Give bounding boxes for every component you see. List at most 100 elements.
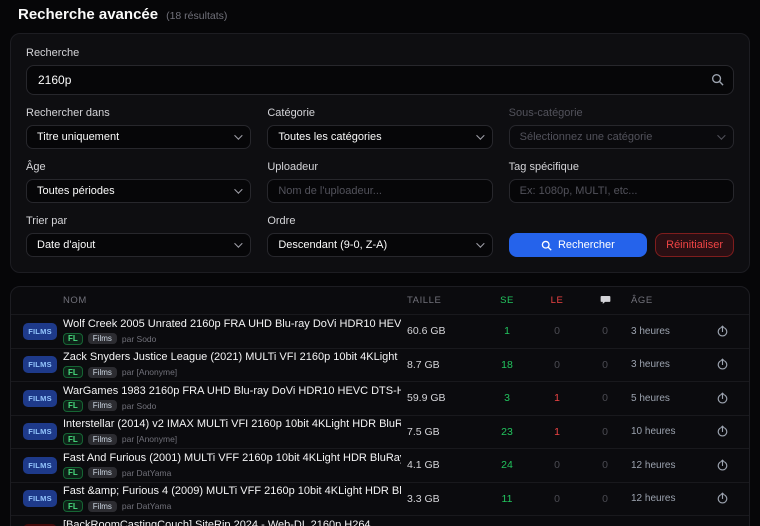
torrent-title-link[interactable]: Fast And Furious (2001) MULTi VFF 2160p …	[63, 452, 401, 465]
order-select[interactable]: Descendant (9-0, Z-A)	[267, 233, 492, 257]
torrent-title-link[interactable]: Wolf Creek 2005 Unrated 2160p FRA UHD Bl…	[63, 318, 401, 331]
chevron-down-icon	[234, 131, 242, 139]
header-seeders[interactable]: SE	[485, 295, 529, 306]
category-badge[interactable]: FILMS	[23, 457, 57, 474]
order-value: Descendant (9-0, Z-A)	[278, 239, 387, 251]
freeleech-badge: FL	[63, 500, 83, 512]
comments-cell: 0	[585, 426, 625, 438]
age-cell: 5 heures	[631, 393, 701, 404]
results-table: NOM TAILLE SE LE ÂGE FILMS Wolf Creek 20…	[10, 286, 750, 526]
download-icon	[716, 492, 729, 505]
search-in-select[interactable]: Titre uniquement	[26, 125, 251, 149]
category-tag[interactable]: Films	[88, 501, 117, 512]
table-row[interactable]: FILMS WarGames 1983 2160p FRA UHD Blu-ra…	[11, 381, 749, 415]
category-tag[interactable]: Films	[88, 434, 117, 445]
sort-group: Trier par Date d'ajout	[26, 215, 251, 257]
table-row[interactable]: FILMS Wolf Creek 2005 Unrated 2160p FRA …	[11, 314, 749, 348]
download-button[interactable]	[707, 358, 737, 371]
seeders-cell: 1	[485, 325, 529, 337]
category-badge[interactable]: FILMS	[23, 423, 57, 440]
torrent-name-cell: Interstellar (2014) v2 IMAX MULTi VFI 21…	[63, 418, 401, 445]
torrent-name-cell: Wolf Creek 2005 Unrated 2160p FRA UHD Bl…	[63, 318, 401, 345]
table-row[interactable]: FILMS Fast And Furious (2001) MULTi VFF …	[11, 448, 749, 482]
download-button[interactable]	[707, 425, 737, 438]
category-badge[interactable]: FILMS	[23, 323, 57, 340]
search-in-value: Titre uniquement	[37, 131, 119, 143]
leechers-cell: 0	[535, 459, 579, 471]
uploader-name[interactable]: par [Anonyme]	[122, 367, 177, 377]
category-tag[interactable]: Films	[88, 400, 117, 411]
header-comments[interactable]	[585, 294, 625, 308]
download-icon	[716, 358, 729, 371]
leechers-cell: 0	[535, 325, 579, 337]
category-group: Catégorie Toutes les catégories	[267, 107, 492, 149]
category-tag[interactable]: Films	[88, 367, 117, 378]
subcategory-placeholder: Sélectionnez une catégorie	[520, 131, 653, 143]
uploader-input[interactable]	[267, 179, 492, 203]
results-count: (18 résultats)	[166, 10, 227, 22]
subcategory-select: Sélectionnez une catégorie	[509, 125, 734, 149]
torrent-title-link[interactable]: Fast &amp; Furious 4 (2009) MULTi VFF 21…	[63, 485, 401, 498]
header-leechers[interactable]: LE	[535, 295, 579, 306]
chevron-down-icon	[234, 239, 242, 247]
search-in-label: Rechercher dans	[26, 107, 251, 119]
download-button[interactable]	[707, 325, 737, 338]
uploader-group: Uploadeur	[267, 161, 492, 203]
leechers-cell: 0	[535, 359, 579, 371]
header-size[interactable]: TAILLE	[407, 295, 479, 306]
chevron-down-icon	[234, 185, 242, 193]
leechers-cell: 0	[535, 493, 579, 505]
uploader-name[interactable]: par Sodo	[122, 334, 157, 344]
comments-cell: 0	[585, 359, 625, 371]
category-tag[interactable]: Films	[88, 333, 117, 344]
sort-label: Trier par	[26, 215, 251, 227]
torrent-title-link[interactable]: Interstellar (2014) v2 IMAX MULTi VFI 21…	[63, 418, 401, 431]
table-row[interactable]: FILMS Zack Snyders Justice League (2021)…	[11, 348, 749, 382]
download-icon	[716, 392, 729, 405]
category-badge[interactable]: FILMS	[23, 356, 57, 373]
search-input[interactable]	[26, 65, 734, 95]
age-cell: 10 heures	[631, 426, 701, 437]
torrent-title-link[interactable]: [BackRoomCastingCouch] SiteRip 2024 - We…	[63, 519, 401, 526]
download-button[interactable]	[707, 492, 737, 505]
size-cell: 60.6 GB	[407, 325, 479, 337]
download-button[interactable]	[707, 392, 737, 405]
category-tag[interactable]: Films	[88, 467, 117, 478]
sort-select[interactable]: Date d'ajout	[26, 233, 251, 257]
freeleech-badge: FL	[63, 366, 83, 378]
header-age[interactable]: ÂGE	[631, 295, 701, 306]
torrent-title-link[interactable]: Zack Snyders Justice League (2021) MULTi…	[63, 351, 401, 364]
torrent-title-link[interactable]: WarGames 1983 2160p FRA UHD Blu-ray DoVi…	[63, 385, 401, 398]
category-select[interactable]: Toutes les catégories	[267, 125, 492, 149]
size-cell: 59.9 GB	[407, 392, 479, 404]
search-button[interactable]: Rechercher	[509, 233, 647, 257]
uploader-name[interactable]: par DatYama	[122, 468, 171, 478]
download-button[interactable]	[707, 459, 737, 472]
download-icon	[716, 325, 729, 338]
leechers-cell: 1	[535, 426, 579, 438]
category-badge[interactable]: FILMS	[23, 490, 57, 507]
uploader-name[interactable]: par [Anonyme]	[122, 434, 177, 444]
category-badge[interactable]: FILMS	[23, 390, 57, 407]
page-header: Recherche avancée (18 résultats)	[10, 0, 750, 23]
table-row[interactable]: FILMS Interstellar (2014) v2 IMAX MULTi …	[11, 415, 749, 449]
tag-input[interactable]	[509, 179, 734, 203]
reset-button[interactable]: Réinitialiser	[655, 233, 734, 257]
size-cell: 8.7 GB	[407, 359, 479, 371]
table-row[interactable]: FIL... [BackRoomCastingCouch] SiteRip 20…	[11, 515, 749, 526]
header-name[interactable]: NOM	[63, 295, 401, 306]
age-select[interactable]: Toutes périodes	[26, 179, 251, 203]
table-row[interactable]: FILMS Fast &amp; Furious 4 (2009) MULTi …	[11, 482, 749, 516]
seeders-cell: 18	[485, 359, 529, 371]
comment-bubble-icon	[600, 294, 611, 305]
uploader-name[interactable]: par Sodo	[122, 401, 157, 411]
advanced-search-page: Recherche avancée (18 résultats) Recherc…	[0, 0, 760, 526]
age-group: Âge Toutes périodes	[26, 161, 251, 203]
size-cell: 3.3 GB	[407, 493, 479, 505]
age-cell: 3 heures	[631, 326, 701, 337]
torrent-name-cell: Zack Snyders Justice League (2021) MULTi…	[63, 351, 401, 378]
subcategory-group: Sous-catégorie Sélectionnez une catégori…	[509, 107, 734, 149]
age-value: Toutes périodes	[37, 185, 115, 197]
form-actions: Rechercher Réinitialiser	[509, 215, 734, 257]
uploader-name[interactable]: par DatYama	[122, 501, 171, 511]
